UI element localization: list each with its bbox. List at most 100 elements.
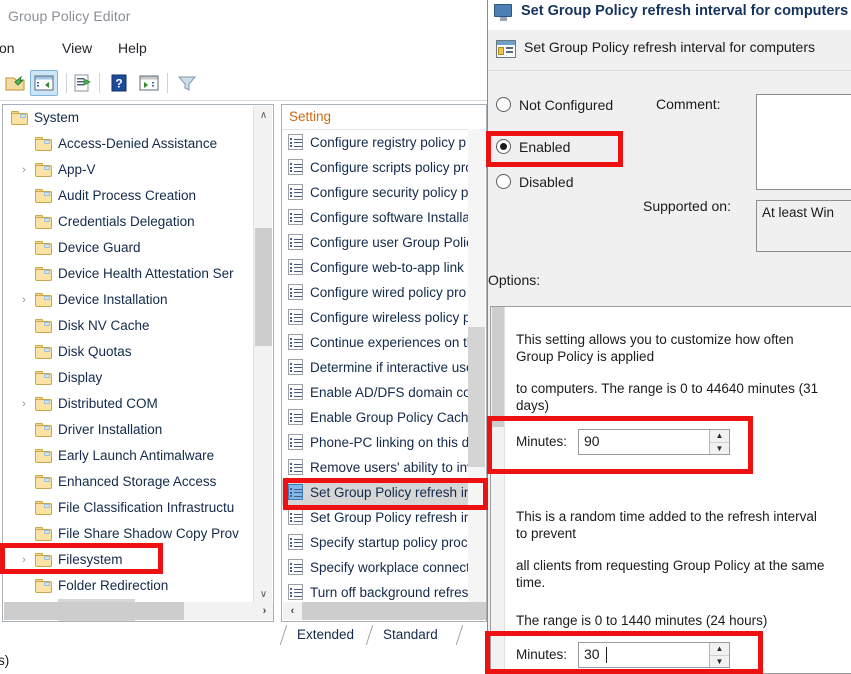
tree-item-device-installation[interactable]: › Device Installation: [3, 287, 273, 313]
tree-hscroll-thumb[interactable]: [4, 602, 184, 620]
filter-icon[interactable]: [176, 72, 198, 94]
show-console-icon[interactable]: [138, 72, 160, 94]
list-item[interactable]: Configure software Installa: [282, 205, 470, 230]
tree-item-audit-process-creation[interactable]: Audit Process Creation: [3, 183, 273, 209]
options-scroll-thumb[interactable]: [492, 307, 504, 427]
list-item[interactable]: Configure registry policy p: [282, 130, 470, 155]
column-header-setting[interactable]: Setting: [289, 109, 331, 124]
show-tree-icon[interactable]: [33, 72, 55, 94]
list-item[interactable]: Phone-PC linking on this d: [282, 430, 470, 455]
radio-enabled-circle[interactable]: [496, 139, 511, 154]
chevron-right-icon[interactable]: ›: [17, 157, 31, 183]
tab-standard[interactable]: Standard: [373, 624, 448, 646]
dialog-header-title: Set Group Policy refresh interval for co…: [524, 39, 815, 55]
tree-item-enhanced-storage-access[interactable]: Enhanced Storage Access: [3, 469, 273, 495]
help-icon[interactable]: ?: [108, 72, 130, 94]
options-body: This setting allows you to customize how…: [506, 307, 851, 674]
list-vertical-scrollbar[interactable]: [468, 129, 485, 603]
tree-item-display[interactable]: Display: [3, 365, 273, 391]
tab-extended[interactable]: Extended: [287, 624, 364, 646]
list-hscroll-thumb[interactable]: [302, 602, 486, 620]
policy-setting-icon: [288, 559, 303, 575]
list-item[interactable]: Set Group Policy refresh int: [282, 480, 470, 505]
list-item-label: Enable AD/DFS domain cor: [310, 385, 475, 400]
list-item[interactable]: Configure wired policy pro: [282, 280, 470, 305]
list-item[interactable]: Specify workplace connect: [282, 555, 470, 580]
tree-item-label: Display: [58, 365, 102, 391]
folder-icon: [35, 397, 52, 411]
tree-item-disk-nv-cache[interactable]: Disk NV Cache: [3, 313, 273, 339]
dialog-titlebar[interactable]: Set Group Policy refresh interval for co…: [488, 0, 851, 30]
list-item[interactable]: Configure scripts policy pro: [282, 155, 470, 180]
tree-item-disk-quotas[interactable]: Disk Quotas: [3, 339, 273, 365]
tree-scroll-thumb[interactable]: [255, 228, 272, 346]
spinner-up-icon[interactable]: ▲: [710, 643, 729, 654]
tree-item-access-denied-assistance[interactable]: Access-Denied Assistance: [3, 131, 273, 157]
list-item[interactable]: Configure web-to-app link: [282, 255, 470, 280]
policy-setting-icon: [288, 134, 303, 150]
policy-setting-icon: [288, 534, 303, 550]
menu-item-help[interactable]: Help: [118, 40, 147, 56]
list-item[interactable]: Specify startup policy proc: [282, 530, 470, 555]
list-item[interactable]: Continue experiences on th: [282, 330, 470, 355]
folder-icon: [35, 371, 52, 385]
tree-item-file-share-shadow-copy-prov[interactable]: File Share Shadow Copy Prov: [3, 521, 273, 547]
tree-item-distributed-com[interactable]: ›Distributed COM: [3, 391, 273, 417]
tree-item-folder-redirection[interactable]: Folder Redirection: [3, 573, 273, 599]
tree-item-app-v[interactable]: ›App-V: [3, 157, 273, 183]
list-item[interactable]: Configure security policy p: [282, 180, 470, 205]
tree-item-device-guard[interactable]: Device Guard: [3, 235, 273, 261]
list-item[interactable]: Remove users' ability to inv: [282, 455, 470, 480]
tree-horizontal-scrollbar[interactable]: ›: [4, 602, 274, 620]
settings-list-pane[interactable]: Setting Configure registry policy pConfi…: [281, 104, 487, 622]
svg-text:?: ?: [115, 77, 122, 91]
minutes-spinner-1-buttons[interactable]: ▲ ▼: [709, 430, 729, 454]
list-item[interactable]: Determine if interactive use: [282, 355, 470, 380]
list-item[interactable]: Enable Group Policy Cachin: [282, 405, 470, 430]
minutes-value-2[interactable]: 30: [584, 646, 600, 662]
spinner-down-icon[interactable]: ▼: [710, 442, 729, 454]
list-hscroll-left-icon[interactable]: ‹: [283, 602, 302, 620]
chevron-right-icon[interactable]: ›: [17, 287, 31, 313]
tree-item-credentials-delegation[interactable]: Credentials Delegation: [3, 209, 273, 235]
policy-tree-pane[interactable]: SystemAccess-Denied Assistance›App-VAudi…: [2, 104, 274, 622]
tree-item-file-classification-infrastructu[interactable]: File Classification Infrastructu: [3, 495, 273, 521]
list-item[interactable]: Configure wireless policy p: [282, 305, 470, 330]
menu-item-view[interactable]: View: [62, 40, 92, 56]
export-list-icon[interactable]: [72, 72, 94, 94]
list-item[interactable]: Set Group Policy refresh int: [282, 505, 470, 530]
minutes-spinner-2-buttons[interactable]: ▲ ▼: [709, 643, 729, 667]
minutes-spinner-2[interactable]: 30 ▲ ▼: [578, 642, 730, 668]
list-scroll-thumb[interactable]: [468, 327, 485, 467]
tree-vertical-scrollbar[interactable]: ∧ ∨: [253, 106, 272, 604]
tree-hscroll-right-icon[interactable]: ›: [255, 602, 274, 620]
toolbar-separator: [66, 73, 67, 93]
policy-setting-icon: [288, 384, 303, 400]
open-folder-icon[interactable]: [4, 72, 26, 94]
comment-textarea[interactable]: [756, 94, 851, 190]
monitor-icon: [494, 4, 514, 22]
spinner-down-icon[interactable]: ▼: [710, 655, 729, 667]
radio-not-configured-circle[interactable]: [496, 97, 511, 112]
tree-item-driver-installation[interactable]: Driver Installation: [3, 417, 273, 443]
tree-item-device-health-attestation-ser[interactable]: Device Health Attestation Ser: [3, 261, 273, 287]
options-vertical-scrollbar[interactable]: [491, 307, 505, 674]
list-horizontal-scrollbar[interactable]: ‹: [283, 602, 486, 620]
tree-item-early-launch-antimalware[interactable]: Early Launch Antimalware: [3, 443, 273, 469]
radio-disabled-circle[interactable]: [496, 174, 511, 189]
options-para1-line1: This setting allows you to customize how…: [516, 331, 794, 348]
chevron-right-icon[interactable]: ›: [17, 391, 31, 417]
list-item[interactable]: Configure user Group Polic: [282, 230, 470, 255]
options-panel[interactable]: This setting allows you to customize how…: [490, 306, 851, 674]
list-item[interactable]: Enable AD/DFS domain cor: [282, 380, 470, 405]
menu-item-action[interactable]: tion: [0, 40, 15, 56]
minutes-spinner-1[interactable]: 90 ▲ ▼: [578, 429, 730, 455]
tree-item-label: Device Installation: [58, 287, 168, 313]
chevron-right-icon[interactable]: ›: [17, 547, 31, 573]
list-column-header[interactable]: Setting: [282, 105, 486, 130]
tree-item-system[interactable]: System: [3, 105, 273, 131]
tree-item-filesystem[interactable]: ›Filesystem: [3, 547, 273, 573]
minutes-value-1[interactable]: 90: [584, 433, 600, 449]
tree-scroll-up-icon[interactable]: ∧: [254, 106, 273, 125]
spinner-up-icon[interactable]: ▲: [710, 430, 729, 441]
